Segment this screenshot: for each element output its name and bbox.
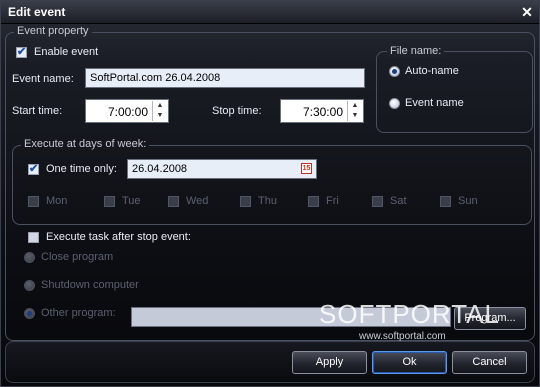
spin-up-icon[interactable]: ▲ [153, 101, 167, 111]
day-label-mon: Mon [46, 195, 68, 207]
stop-time-label: Stop time: [212, 105, 262, 117]
softportal-watermark: SOFTPORTAL [319, 299, 500, 329]
execute-days-legend: Execute at days of week: [21, 138, 150, 150]
day-checkbox-wed[interactable] [168, 196, 179, 207]
auto-name-label: Auto-name [405, 65, 459, 77]
auto-name-radio[interactable] [389, 66, 400, 77]
event-name-option-label: Event name [405, 97, 464, 109]
shutdown-radio[interactable] [24, 280, 35, 291]
cancel-button[interactable]: Cancel [452, 351, 527, 374]
day-label-sat: Sat [390, 195, 407, 207]
day-label-sun: Sun [458, 195, 478, 207]
day-checkbox-mon[interactable] [28, 196, 39, 207]
enable-event-checkbox[interactable] [16, 45, 27, 58]
day-checkbox-thu[interactable] [240, 196, 251, 207]
date-input[interactable]: 26.04.2008 15 [127, 159, 317, 179]
execute-days-group [12, 145, 532, 225]
day-label-wed: Wed [186, 195, 209, 207]
other-program-radio[interactable] [24, 308, 35, 319]
day-checkbox-fri[interactable] [308, 196, 319, 207]
day-checkbox-tue[interactable] [104, 196, 115, 207]
calendar-icon[interactable]: 15 [301, 163, 312, 174]
other-program-label: Other program: [41, 307, 116, 319]
edit-event-dialog: Edit event ✕ Event property Enable event… [0, 0, 540, 387]
stop-time-arrows: ▲ ▼ [347, 101, 362, 121]
day-label-thu: Thu [258, 195, 277, 207]
file-name-legend: File name: [387, 45, 445, 57]
event-name-label: Event name: [12, 73, 74, 85]
day-checkbox-sat[interactable] [372, 196, 383, 207]
close-icon[interactable]: ✕ [520, 5, 534, 19]
dialog-title: Edit event [8, 5, 66, 19]
date-value: 26.04.2008 [132, 163, 188, 175]
title-bar: Edit event ✕ [1, 1, 539, 24]
execute-task-checkbox[interactable] [28, 232, 39, 243]
day-label-tue: Tue [122, 195, 141, 207]
apply-button[interactable]: Apply [292, 351, 367, 374]
start-time-arrows: ▲ ▼ [152, 101, 167, 121]
event-name-input[interactable]: SoftPortal.com 26.04.2008 [85, 68, 365, 88]
shutdown-label: Shutdown computer [41, 279, 139, 291]
close-program-radio[interactable] [24, 252, 35, 263]
spin-up-icon[interactable]: ▲ [348, 101, 362, 111]
start-time-value: 7:00:00 [107, 105, 148, 119]
close-program-label: Close program [41, 251, 114, 263]
day-checkbox-sun[interactable] [440, 196, 451, 207]
start-time-label: Start time: [12, 105, 63, 117]
day-label-fri: Fri [326, 195, 339, 207]
spin-down-icon[interactable]: ▼ [348, 111, 362, 121]
event-name-radio[interactable] [389, 98, 400, 109]
stop-time-value: 7:30:00 [302, 105, 343, 119]
enable-event-label: Enable event [34, 46, 99, 58]
start-time-spinner[interactable]: 7:00:00 ▲ ▼ [85, 99, 169, 123]
stop-time-spinner[interactable]: 7:30:00 ▲ ▼ [280, 99, 364, 123]
one-time-checkbox[interactable] [28, 162, 39, 175]
execute-task-label: Execute task after stop event: [46, 231, 191, 243]
ok-button[interactable]: Ok [372, 351, 447, 374]
one-time-label: One time only: [46, 163, 117, 175]
spin-down-icon[interactable]: ▼ [153, 111, 167, 121]
file-name-group [376, 51, 533, 133]
event-property-legend: Event property [14, 25, 92, 37]
